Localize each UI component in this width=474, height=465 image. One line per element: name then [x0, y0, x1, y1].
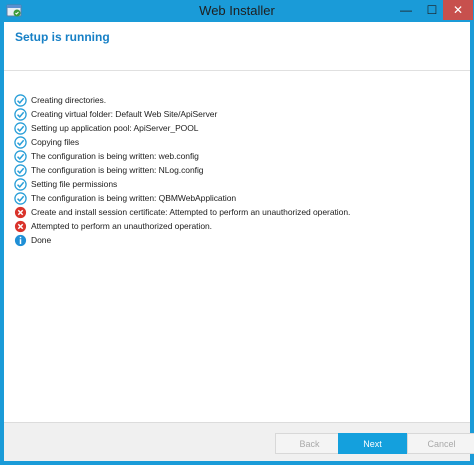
log-item: The configuration is being written: NLog… [14, 163, 464, 177]
log-item-text: Setting file permissions [31, 179, 118, 189]
title-bar[interactable]: Web Installer — ☐ ✕ [0, 0, 474, 22]
log-item: Creating directories. [14, 93, 464, 107]
button-bar: Back Next Cancel [4, 422, 474, 461]
log-item: Done [14, 233, 464, 247]
info-circle-icon [14, 234, 27, 246]
log-item-text: The configuration is being written: NLog… [31, 165, 204, 175]
log-item-text: Creating virtual folder: Default Web Sit… [31, 109, 218, 119]
log-item-text: The configuration is being written: web.… [31, 151, 199, 161]
error-circle-icon [14, 206, 27, 218]
log-item: Creating virtual folder: Default Web Sit… [14, 107, 464, 121]
minimize-button[interactable]: — [393, 0, 419, 20]
check-circle-icon [14, 177, 27, 191]
log-item: Attempted to perform an unauthorized ope… [14, 219, 464, 233]
check-circle-icon [14, 121, 27, 135]
close-button[interactable]: ✕ [443, 0, 473, 20]
log-item-text: Done [31, 235, 52, 245]
log-item: Copying files [14, 135, 464, 149]
check-circle-icon [14, 107, 27, 121]
log-item-text: Creating directories. [31, 95, 107, 105]
log-item: The configuration is being written: QBMW… [14, 191, 464, 205]
log-item-text: Attempted to perform an unauthorized ope… [31, 221, 212, 231]
log-item-text: The configuration is being written: QBMW… [31, 193, 237, 203]
next-button[interactable]: Next [338, 433, 407, 454]
check-circle-icon [14, 93, 27, 107]
header-divider [4, 70, 470, 71]
back-button[interactable]: Back [275, 433, 344, 454]
error-circle-icon [14, 220, 27, 232]
log-item: Setting file permissions [14, 177, 464, 191]
check-circle-icon [14, 191, 27, 205]
log-item-text: Setting up application pool: ApiServer_P… [31, 123, 199, 133]
log-item-text: Copying files [31, 137, 80, 147]
maximize-button[interactable]: ☐ [419, 0, 445, 20]
progress-log: Creating directories. Creating virtual fo… [14, 93, 464, 247]
log-item: The configuration is being written: web.… [14, 149, 464, 163]
installer-window: Web Installer — ☐ ✕ Setup is running Cre… [0, 0, 474, 465]
page-title: Setup is running [15, 30, 110, 44]
page-header: Setup is running [4, 22, 470, 70]
check-circle-icon [14, 163, 27, 177]
check-circle-icon [14, 135, 27, 149]
log-item-text: Create and install session certificate: … [31, 207, 351, 217]
log-item: Create and install session certificate: … [14, 205, 464, 219]
cancel-button[interactable]: Cancel [407, 433, 474, 454]
check-circle-icon [14, 149, 27, 163]
installer-body: Setup is running Creating directories. Cr… [4, 22, 474, 461]
log-item: Setting up application pool: ApiServer_P… [14, 121, 464, 135]
